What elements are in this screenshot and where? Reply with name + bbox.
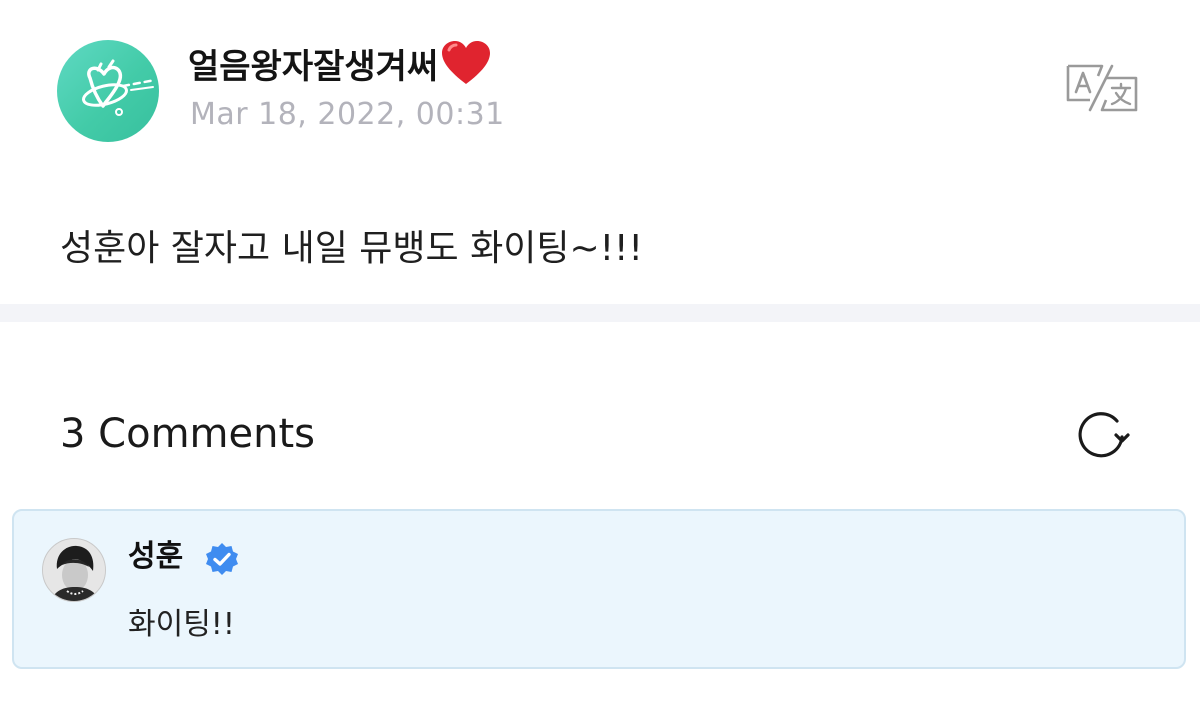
commenter-avatar[interactable]	[42, 538, 106, 602]
comment-item[interactable]: 성훈 화이팅!!	[12, 509, 1186, 669]
avatar-artwork	[82, 59, 157, 116]
section-divider	[0, 304, 1200, 322]
refresh-icon	[1078, 412, 1130, 458]
author-name: 얼음왕자잘생겨써	[188, 47, 439, 87]
translate-icon	[1066, 64, 1138, 112]
translate-button[interactable]	[1062, 62, 1142, 114]
verified-badge-icon	[206, 543, 238, 575]
author-avatar[interactable]	[57, 40, 159, 142]
comment-text: 화이팅!!	[128, 607, 235, 642]
comment-author: 성훈	[128, 539, 184, 574]
post-body: 성훈아 잘자고 내일 뮤뱅도 화이팅~!!!	[60, 228, 643, 269]
refresh-button[interactable]	[1070, 407, 1132, 463]
comments-count-heading: 3 Comments	[60, 411, 315, 457]
commenter-photo	[43, 539, 105, 601]
author-name-row: 얼음왕자잘생겨써	[188, 40, 492, 91]
heart-icon	[442, 41, 491, 84]
post-date: Mar 18, 2022, 00:31	[190, 97, 505, 132]
